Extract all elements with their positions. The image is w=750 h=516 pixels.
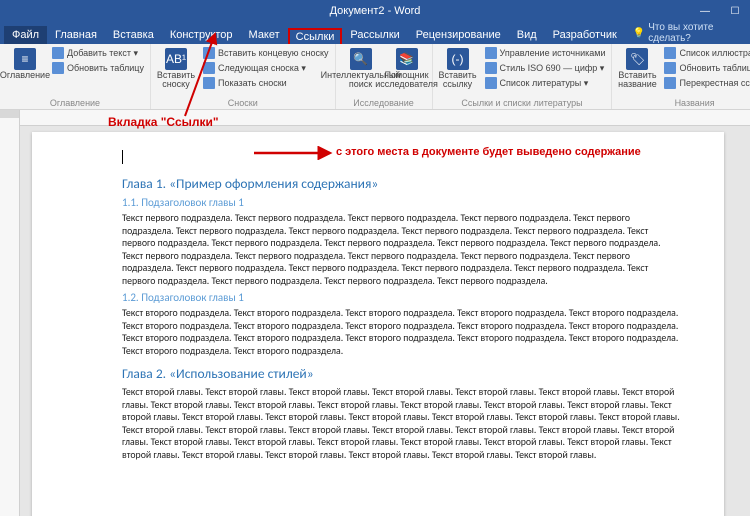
ribbon-button-label: Обновить таблицу [679, 63, 750, 73]
ribbon-button-label: Добавить текст ▾ [67, 48, 138, 59]
ribbon-button[interactable]: Стиль ISO 690 — цифр ▾ [483, 61, 608, 75]
ribbon-button-label: Вставить название [616, 71, 658, 90]
body-paragraph: Текст второй главы. Текст второй главы. … [122, 386, 680, 461]
annotation-tab-label: Вкладка "Ссылки" [108, 115, 219, 129]
ribbon-tabs: Файл Главная Вставка Конструктор Макет С… [0, 22, 750, 44]
ribbon-button[interactable]: Управление источниками [483, 46, 608, 60]
ribbon-icon: 🏷 [626, 48, 648, 70]
ribbon-button-label: Перекрестная ссылка [679, 78, 750, 88]
ribbon: ≡ОглавлениеДобавить текст ▾Обновить табл… [0, 44, 750, 110]
ribbon-button-label: Список иллюстраций [679, 48, 750, 58]
ribbon-button[interactable]: Список иллюстраций [662, 46, 750, 60]
heading-1: Глава 2. «Использование стилей» [122, 365, 680, 382]
ribbon-button[interactable]: (-)Вставить ссылку [437, 46, 479, 92]
annotation-cursor-label: с этого места в документе будет выведено… [336, 146, 641, 158]
tab-references[interactable]: Ссылки [288, 28, 343, 44]
heading-2: 1.1. Подзаголовок главы 1 [122, 196, 680, 209]
minimize-icon[interactable]: — [690, 0, 720, 22]
titlebar: Документ2 - Word — ☐ [0, 0, 750, 22]
ribbon-button[interactable]: Добавить текст ▾ [50, 46, 146, 60]
tab-home[interactable]: Главная [47, 26, 105, 44]
ribbon-group-caption: Исследование [340, 98, 428, 109]
ribbon-button-label: Стиль ISO 690 — цифр ▾ [500, 63, 605, 74]
ribbon-button-label: Обновить таблицу [67, 63, 144, 73]
ribbon-icon: (-) [447, 48, 469, 70]
ribbon-button-label: Список литературы ▾ [500, 78, 589, 89]
tab-view[interactable]: Вид [509, 26, 545, 44]
tab-layout[interactable]: Макет [241, 26, 288, 44]
tab-mailings[interactable]: Рассылки [342, 26, 407, 44]
ribbon-group: ≡ОглавлениеДобавить текст ▾Обновить табл… [0, 44, 151, 109]
tab-insert[interactable]: Вставка [105, 26, 162, 44]
tab-developer[interactable]: Разработчик [545, 26, 625, 44]
text-cursor [122, 150, 123, 164]
ribbon-icon: 📚 [396, 48, 418, 70]
ribbon-group: (-)Вставить ссылку Управление источниками… [433, 44, 613, 109]
vertical-ruler[interactable] [0, 110, 20, 516]
ribbon-icon: ≡ [14, 48, 36, 70]
ribbon-group: 🏷Вставить название Список иллюстраций Обно… [612, 44, 750, 109]
body-paragraph: Текст первого подраздела. Текст первого … [122, 212, 680, 287]
ribbon-icon [485, 77, 497, 89]
window-title: Документ2 - Word [330, 5, 421, 17]
tab-review[interactable]: Рецензирование [408, 26, 509, 44]
ribbon-icon [664, 47, 676, 59]
ribbon-icon [485, 62, 497, 74]
ribbon-button[interactable]: Обновить таблицу [662, 61, 750, 75]
ribbon-button-label: Вставить ссылку [437, 71, 479, 90]
ribbon-button-label: Управление источниками [500, 48, 606, 58]
ribbon-icon [485, 47, 497, 59]
ribbon-icon [664, 62, 676, 74]
ribbon-icon [52, 47, 64, 59]
ribbon-button[interactable]: Список литературы ▾ [483, 76, 608, 90]
heading-1: Глава 1. «Пример оформления содержания» [122, 175, 680, 192]
ribbon-group-caption: Оглавление [4, 98, 146, 109]
maximize-icon[interactable]: ☐ [720, 0, 750, 22]
tell-me-search[interactable]: 💡 Что вы хотите сделать? [633, 22, 750, 44]
body-paragraph: Текст второго подраздела. Текст второго … [122, 307, 680, 357]
annotation-arrow-to-tab [175, 30, 235, 120]
ribbon-button[interactable]: Обновить таблицу [50, 61, 146, 75]
document-area: Глава 1. «Пример оформления содержания» … [0, 110, 750, 516]
ribbon-group-caption: Ссылки и списки литературы [437, 98, 608, 109]
annotation-arrow-to-cursor [252, 146, 334, 160]
ribbon-button[interactable]: 🏷Вставить название [616, 46, 658, 92]
ribbon-button[interactable]: ≡Оглавление [4, 46, 46, 82]
ribbon-icon [664, 77, 676, 89]
ribbon-group-caption: Названия [616, 98, 750, 109]
ribbon-button[interactable]: Перекрестная ссылка [662, 76, 750, 90]
ribbon-button-label: Оглавление [0, 71, 50, 80]
ribbon-icon [52, 62, 64, 74]
ribbon-icon: 🔍 [350, 48, 372, 70]
tab-file[interactable]: Файл [4, 26, 47, 44]
heading-2: 1.2. Подзаголовок главы 1 [122, 291, 680, 304]
ribbon-group: 🔍Интеллектуальный поиск📚Помощник исследо… [336, 44, 433, 109]
document-page[interactable]: Глава 1. «Пример оформления содержания» … [32, 132, 724, 516]
lightbulb-icon: 💡 [633, 28, 645, 39]
ribbon-button[interactable]: 📚Помощник исследователя [386, 46, 428, 92]
ribbon-button-label: Помощник исследователя [375, 71, 438, 90]
